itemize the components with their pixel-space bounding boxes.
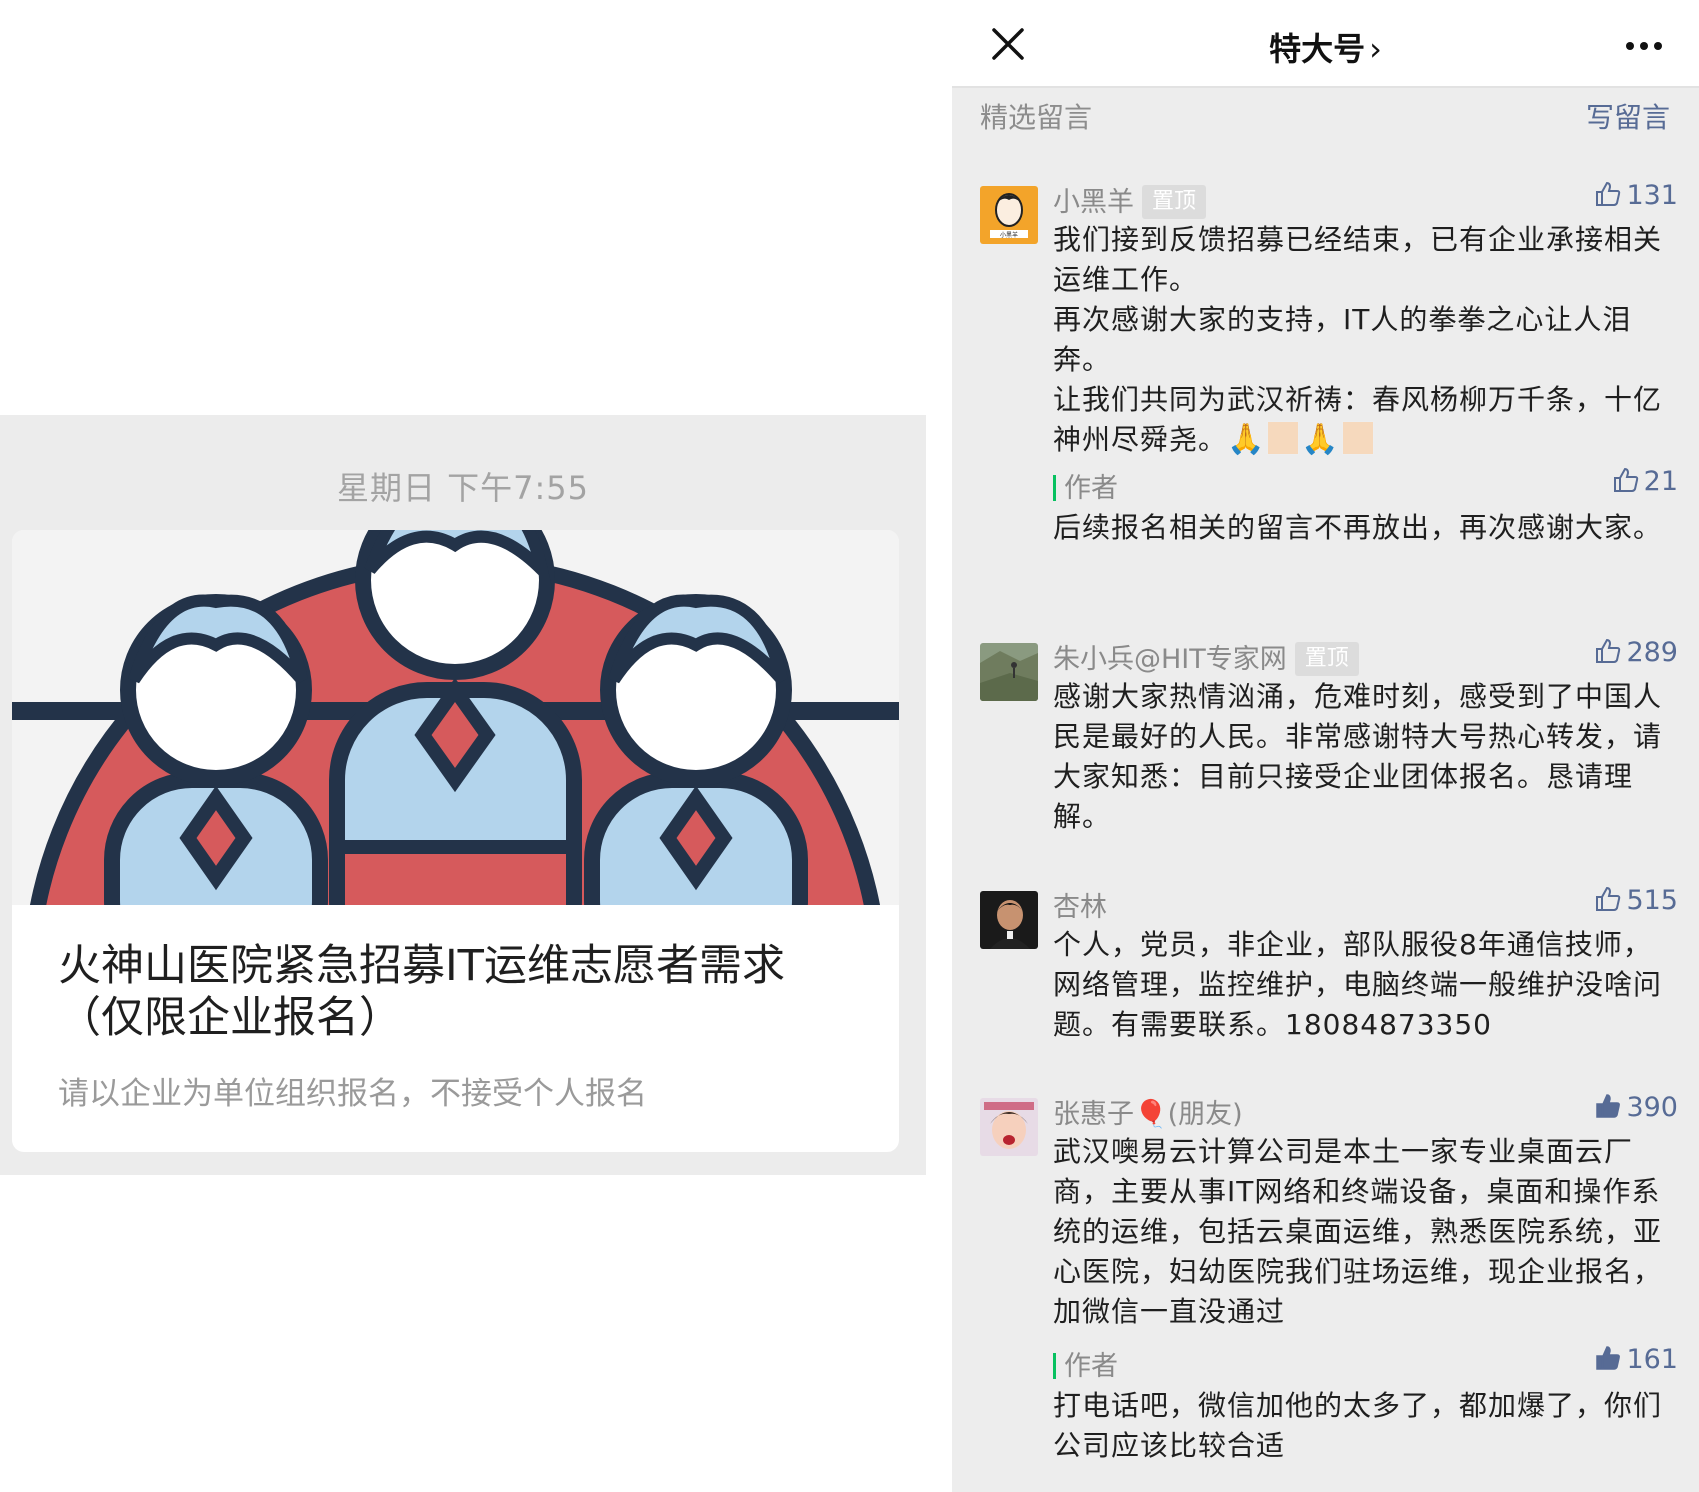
- nickname-text: 朱小兵@HIT专家网: [1053, 644, 1287, 675]
- like-count: 515: [1626, 885, 1678, 916]
- avatar[interactable]: 小黑羊: [980, 186, 1038, 244]
- comment-line: 让我们共同为武汉祈祷：春风杨柳万千条，十亿神州尽舜尧。🙏 🙏: [1053, 380, 1665, 460]
- nickname-text: 张惠子: [1053, 1099, 1134, 1130]
- account-name: 特大号: [1269, 30, 1366, 68]
- comment-nickname[interactable]: 朱小兵@HIT专家网 置顶: [1053, 637, 1359, 678]
- comment-line: 再次感谢大家的支持，IT人的拳拳之心让人泪奔。: [1053, 303, 1632, 376]
- chat-timestamp: 星期日 下午7:55: [336, 469, 590, 507]
- thumbs-up-filled-icon: [1596, 1346, 1621, 1370]
- author-reply-label: 作者: [1053, 1344, 1118, 1383]
- thumbs-up-icon: [1596, 181, 1621, 206]
- volunteers-illustration: [12, 530, 899, 905]
- chevron-right-icon: ›: [1369, 30, 1382, 68]
- author-reply-label: 作者: [1053, 466, 1118, 505]
- comment-text: 我们接到反馈招募已经结束，已有企业承接相关运维工作。 再次感谢大家的支持，IT人…: [1053, 220, 1665, 460]
- thumbs-up-filled-icon: [1596, 1094, 1621, 1118]
- article-title[interactable]: 火神山医院紧急招募IT运维志愿者需求（仅限企业报名）: [58, 940, 858, 1044]
- avatar[interactable]: [980, 1098, 1038, 1156]
- pray-emoji: 🙏: [1227, 422, 1266, 457]
- article-cover-image: [12, 530, 899, 905]
- nickname-text: 杏林: [1053, 892, 1107, 923]
- like-count: 21: [1643, 466, 1678, 497]
- chat-panel: 星期日 下午7:55 火神山医院紧急招募IT运维志愿者需求（仅限企业报名） 请以…: [0, 0, 926, 1492]
- account-name-link[interactable]: 特大号 ›: [952, 24, 1699, 70]
- like-count: 390: [1626, 1092, 1678, 1123]
- like-count: 289: [1626, 637, 1678, 668]
- thumbs-up-icon: [1596, 886, 1621, 911]
- friend-tag: (朋友): [1167, 1099, 1243, 1130]
- more-icon[interactable]: [1622, 28, 1666, 64]
- write-comment-button[interactable]: 写留言: [1586, 96, 1670, 136]
- thumbs-up-icon: [1613, 467, 1638, 492]
- comment-line: 我们接到反馈招募已经结束，已有企业承接相关运维工作。: [1053, 223, 1663, 296]
- section-title: 精选留言: [980, 101, 1093, 134]
- balloon-emoji: 🎈: [1134, 1099, 1168, 1130]
- pray-emoji: 🙏: [1301, 422, 1340, 457]
- comment-text: 感谢大家热情汹涌，危难时刻，感受到了中国人民是最好的人民。非常感谢特大号热心转发…: [1053, 680, 1663, 833]
- comment-text: 武汉噢易云计算公司是本土一家专业桌面云厂商，主要从事IT网络和终端设备，桌面和操…: [1053, 1135, 1663, 1328]
- comments-page: 特大号 › 精选留言 写留言 小黑羊 小黑羊 置顶 131 我们接到反馈招募已经…: [952, 0, 1699, 1492]
- skin-tone-box: [1267, 421, 1300, 455]
- like-button[interactable]: 289: [1594, 637, 1678, 668]
- like-button[interactable]: 515: [1594, 885, 1678, 916]
- author-reply-text: 打电话吧，微信加他的太多了，都加爆了，你们公司应该比较合适: [1053, 1389, 1663, 1462]
- author-reply-text: 后续报名相关的留言不再放出，再次感谢大家。: [1053, 511, 1663, 544]
- like-count: 131: [1626, 180, 1678, 211]
- comment-nickname[interactable]: 张惠子🎈(朋友): [1053, 1092, 1243, 1131]
- comment-text: 个人，党员，非企业，部队服役8年通信技师，网络管理，监控维护，电脑终端一般维护没…: [1053, 928, 1663, 1041]
- like-button[interactable]: 131: [1594, 180, 1678, 211]
- avatar[interactable]: [980, 643, 1038, 701]
- comment-nickname[interactable]: 杏林: [1053, 885, 1107, 924]
- reply-like-button[interactable]: 21: [1612, 466, 1678, 497]
- avatar[interactable]: [980, 891, 1038, 949]
- top-navigation-bar: 特大号 ›: [952, 0, 1699, 88]
- like-count: 161: [1626, 1344, 1678, 1375]
- article-description: 请以企业为单位组织报名，不接受个人报名: [58, 1076, 647, 1112]
- comment-nickname[interactable]: 小黑羊 置顶: [1053, 180, 1207, 221]
- like-button[interactable]: 390: [1594, 1092, 1678, 1123]
- skin-tone-box: [1341, 421, 1374, 455]
- shared-article-card[interactable]: 火神山医院紧急招募IT运维志愿者需求（仅限企业报名） 请以企业为单位组织报名，不…: [12, 530, 899, 1152]
- svg-text:小黑羊: 小黑羊: [1000, 231, 1018, 239]
- pinned-badge: 置顶: [1142, 184, 1207, 219]
- pinned-badge: 置顶: [1294, 641, 1359, 676]
- reply-like-button[interactable]: 161: [1594, 1344, 1678, 1375]
- thumbs-up-icon: [1596, 638, 1621, 663]
- nickname-text: 小黑羊: [1053, 187, 1134, 218]
- comments-header: 精选留言 写留言: [980, 96, 1670, 136]
